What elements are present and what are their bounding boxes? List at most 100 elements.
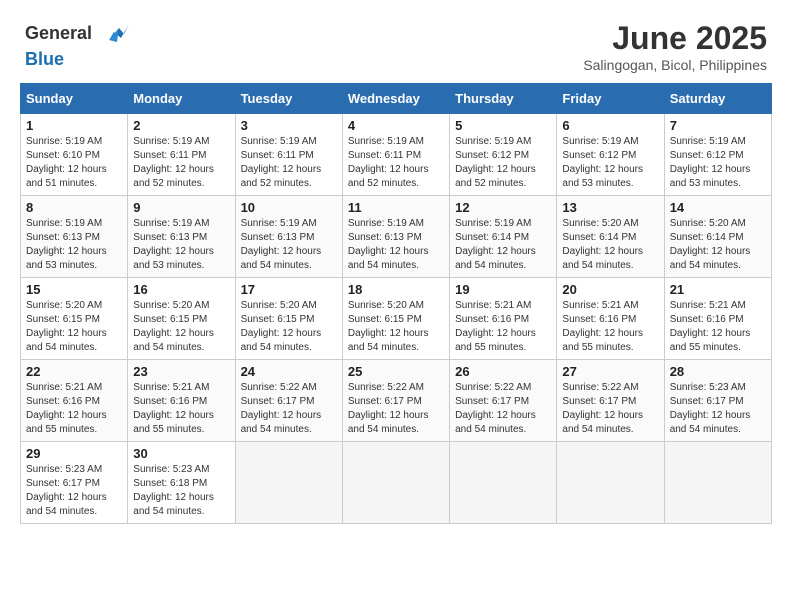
header-sunday: Sunday	[21, 84, 128, 114]
day-number: 2	[133, 118, 229, 133]
logo: General Blue	[25, 20, 129, 70]
day-cell: 11 Sunrise: 5:19 AMSunset: 6:13 PMDayligh…	[342, 196, 449, 278]
day-cell: 17Sunrise: 5:20 AMSunset: 6:15 PMDayligh…	[235, 278, 342, 360]
sunset-line: Sunset: 6:11 PM	[241, 150, 314, 161]
sunrise-line: Sunrise: 5:22 AM	[241, 382, 317, 393]
day-info: Sunrise: 5:19 AMSunset: 6:13 PMDaylight:…	[26, 217, 122, 273]
daylight-line: Daylight: 12 hours	[562, 410, 643, 421]
daylight-line: Daylight: 12 hours	[133, 246, 214, 257]
day-cell: 6Sunrise: 5:19 AMSunset: 6:12 PMDaylight…	[557, 114, 664, 196]
sunrise-line: Sunrise: 5:19 AM	[670, 136, 746, 147]
daylight-line: Daylight: 12 hours	[562, 164, 643, 175]
daylight-minutes: and 55 minutes.	[26, 424, 97, 435]
sunset-line: Sunset: 6:17 PM	[670, 396, 744, 407]
daylight-line: Daylight: 12 hours	[241, 164, 322, 175]
day-number: 18	[348, 282, 444, 297]
daylight-minutes: and 54 minutes.	[26, 506, 97, 517]
day-info: Sunrise: 5:21 AMSunset: 6:16 PMDaylight:…	[670, 299, 766, 355]
day-info: Sunrise: 5:21 AMSunset: 6:16 PMDaylight:…	[26, 381, 122, 437]
day-info: Sunrise: 5:23 AMSunset: 6:17 PMDaylight:…	[670, 381, 766, 437]
day-info: Sunrise: 5:19 AMSunset: 6:14 PMDaylight:…	[455, 217, 551, 273]
day-number: 16	[133, 282, 229, 297]
day-number: 20	[562, 282, 658, 297]
sunrise-line: Sunrise: 5:19 AM	[26, 136, 102, 147]
day-cell: 20Sunrise: 5:21 AMSunset: 6:16 PMDayligh…	[557, 278, 664, 360]
daylight-minutes: and 54 minutes.	[241, 424, 312, 435]
daylight-line: Daylight: 12 hours	[241, 246, 322, 257]
daylight-minutes: and 54 minutes.	[562, 424, 633, 435]
sunset-line: Sunset: 6:13 PM	[133, 232, 207, 243]
sunset-line: Sunset: 6:17 PM	[26, 478, 100, 489]
day-info: Sunrise: 5:20 AMSunset: 6:14 PMDaylight:…	[670, 217, 766, 273]
day-cell: 5Sunrise: 5:19 AMSunset: 6:12 PMDaylight…	[450, 114, 557, 196]
sunrise-line: Sunrise: 5:22 AM	[562, 382, 638, 393]
day-number: 26	[455, 364, 551, 379]
daylight-minutes: and 53 minutes.	[670, 178, 741, 189]
logo-bird-icon	[99, 20, 129, 50]
day-cell: 18 Sunrise: 5:20 AMSunset: 6:15 PMDayligh…	[342, 278, 449, 360]
day-cell	[664, 442, 771, 524]
day-cell: 27Sunrise: 5:22 AMSunset: 6:17 PMDayligh…	[557, 360, 664, 442]
daylight-minutes: and 54 minutes.	[670, 424, 741, 435]
sunset-line: Sunset: 6:18 PM	[133, 478, 207, 489]
daylight-line: Daylight: 12 hours	[455, 164, 536, 175]
day-number: 4	[348, 118, 444, 133]
daylight-minutes: and 55 minutes.	[562, 342, 633, 353]
daylight-minutes: and 51 minutes.	[26, 178, 97, 189]
daylight-line: Daylight: 12 hours	[670, 164, 751, 175]
day-number: 24	[241, 364, 337, 379]
sunset-line: Sunset: 6:12 PM	[670, 150, 744, 161]
header-wednesday: Wednesday	[342, 84, 449, 114]
day-cell: 13Sunrise: 5:20 AMSunset: 6:14 PMDayligh…	[557, 196, 664, 278]
day-cell: 25Sunrise: 5:22 AMSunset: 6:17 PMDayligh…	[342, 360, 449, 442]
daylight-line: Daylight: 12 hours	[348, 246, 429, 257]
daylight-minutes: and 54 minutes.	[562, 260, 633, 271]
day-info: Sunrise: 5:20 AMSunset: 6:15 PMDaylight:…	[348, 299, 444, 355]
sunset-line: Sunset: 6:15 PM	[133, 314, 207, 325]
day-info: Sunrise: 5:20 AMSunset: 6:14 PMDaylight:…	[562, 217, 658, 273]
logo-line1: General	[25, 20, 129, 50]
day-cell: 22Sunrise: 5:21 AMSunset: 6:16 PMDayligh…	[21, 360, 128, 442]
day-number: 3	[241, 118, 337, 133]
sunset-line: Sunset: 6:17 PM	[241, 396, 315, 407]
sunrise-line: Sunrise: 5:19 AM	[455, 218, 531, 229]
week-row-5: 29Sunrise: 5:23 AMSunset: 6:17 PMDayligh…	[21, 442, 772, 524]
sunrise-line: Sunrise: 5:20 AM	[241, 300, 317, 311]
day-cell: 30 Sunrise: 5:23 AMSunset: 6:18 PMDayligh…	[128, 442, 235, 524]
day-number: 19	[455, 282, 551, 297]
week-row-2: 8Sunrise: 5:19 AMSunset: 6:13 PMDaylight…	[21, 196, 772, 278]
sunset-line: Sunset: 6:13 PM	[241, 232, 315, 243]
daylight-line: Daylight: 12 hours	[348, 410, 429, 421]
day-cell: 8Sunrise: 5:19 AMSunset: 6:13 PMDaylight…	[21, 196, 128, 278]
daylight-line: Daylight: 12 hours	[562, 328, 643, 339]
sunrise-line: Sunrise: 5:21 AM	[133, 382, 209, 393]
daylight-minutes: and 55 minutes.	[670, 342, 741, 353]
title-area: June 2025 Salingogan, Bicol, Philippines	[583, 20, 767, 73]
sunrise-line: Sunrise: 5:19 AM	[348, 136, 424, 147]
day-info: Sunrise: 5:23 AMSunset: 6:18 PMDaylight:…	[133, 463, 229, 519]
day-info: Sunrise: 5:22 AMSunset: 6:17 PMDaylight:…	[455, 381, 551, 437]
daylight-minutes: and 53 minutes.	[562, 178, 633, 189]
day-info: Sunrise: 5:22 AMSunset: 6:17 PMDaylight:…	[348, 381, 444, 437]
week-row-4: 22Sunrise: 5:21 AMSunset: 6:16 PMDayligh…	[21, 360, 772, 442]
daylight-minutes: and 54 minutes.	[241, 342, 312, 353]
day-number: 11	[348, 200, 444, 215]
day-info: Sunrise: 5:19 AMSunset: 6:13 PMDaylight:…	[348, 217, 444, 273]
day-info: Sunrise: 5:19 AMSunset: 6:12 PMDaylight:…	[562, 135, 658, 191]
sunrise-line: Sunrise: 5:20 AM	[26, 300, 102, 311]
day-info: Sunrise: 5:22 AMSunset: 6:17 PMDaylight:…	[562, 381, 658, 437]
daylight-line: Daylight: 12 hours	[26, 492, 107, 503]
day-cell: 21Sunrise: 5:21 AMSunset: 6:16 PMDayligh…	[664, 278, 771, 360]
daylight-minutes: and 54 minutes.	[348, 342, 419, 353]
day-info: Sunrise: 5:19 AMSunset: 6:10 PMDaylight:…	[26, 135, 122, 191]
daylight-minutes: and 54 minutes.	[241, 260, 312, 271]
day-cell: 23Sunrise: 5:21 AMSunset: 6:16 PMDayligh…	[128, 360, 235, 442]
day-number: 7	[670, 118, 766, 133]
sunset-line: Sunset: 6:12 PM	[455, 150, 529, 161]
day-number: 30	[133, 446, 229, 461]
sunset-line: Sunset: 6:11 PM	[133, 150, 206, 161]
daylight-line: Daylight: 12 hours	[455, 410, 536, 421]
daylight-line: Daylight: 12 hours	[455, 246, 536, 257]
daylight-minutes: and 54 minutes.	[348, 260, 419, 271]
calendar-container: SundayMondayTuesdayWednesdayThursdayFrid…	[10, 78, 782, 534]
